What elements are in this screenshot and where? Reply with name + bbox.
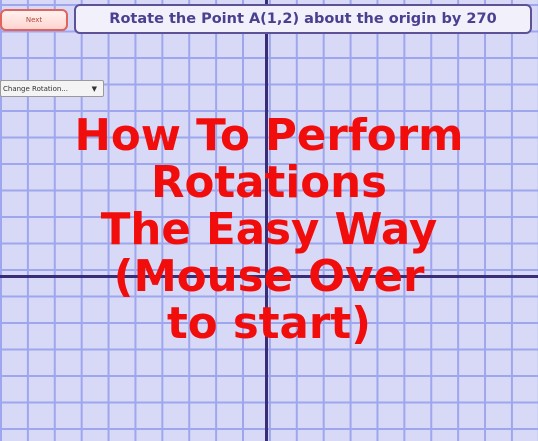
chevron-down-icon: ▼: [91, 84, 97, 93]
title-line-5: to start): [167, 299, 371, 349]
title-line-3: The Easy Way: [100, 205, 438, 255]
problem-prompt: Rotate the Point A(1,2) about the origin…: [74, 4, 532, 34]
change-rotation-label: Change Rotation...: [3, 84, 68, 93]
title-line-2: Rotations: [151, 158, 387, 208]
next-button[interactable]: Next: [0, 9, 68, 31]
title-line-1: How To Perform: [74, 111, 464, 161]
prompt-text: Rotate the Point A(1,2) about the origin…: [109, 11, 497, 27]
start-overlay-title[interactable]: How To Perform Rotations The Easy Way (M…: [0, 113, 538, 348]
change-rotation-dropdown[interactable]: Change Rotation... ▼: [0, 80, 104, 97]
title-line-4: (Mouse Over: [113, 252, 425, 302]
